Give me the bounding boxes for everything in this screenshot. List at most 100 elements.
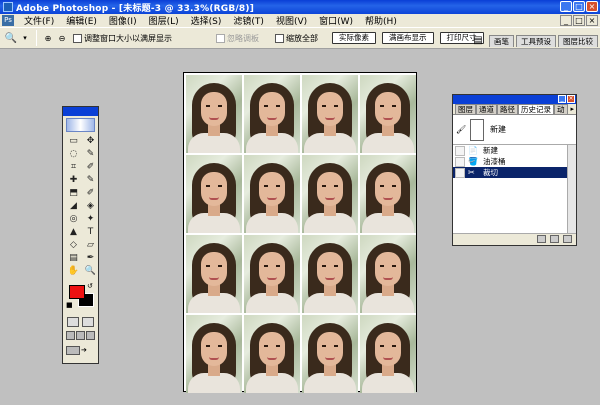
menu-filter[interactable]: 滤镜(T) xyxy=(227,14,270,27)
tab-paths[interactable]: 路径 xyxy=(497,104,518,114)
tool-2-icon[interactable]: ◌ xyxy=(66,148,81,160)
tool-4-icon[interactable]: ⌗ xyxy=(66,161,81,173)
tool-20-icon[interactable]: ✋ xyxy=(66,265,81,277)
chevron-down-icon[interactable]: ▾ xyxy=(18,31,32,45)
history-list: 📄 新建 🪣 油漆桶 ✂ 裁切 xyxy=(453,145,576,233)
color-swatches: ↺ ■ xyxy=(66,282,95,312)
doc-close-button[interactable]: × xyxy=(586,15,598,26)
new-document-from-state-icon[interactable] xyxy=(537,235,546,243)
screen-modes xyxy=(63,328,98,343)
standard-screen-icon[interactable] xyxy=(66,331,75,340)
menu-image[interactable]: 图像(I) xyxy=(103,14,143,27)
tool-1-icon[interactable]: ✥ xyxy=(83,135,98,147)
menu-view[interactable]: 视图(V) xyxy=(270,14,313,27)
menu-select[interactable]: 选择(S) xyxy=(185,14,228,27)
well-tab-layer-comps[interactable]: 图层比较 xyxy=(558,35,598,47)
history-brush-icon[interactable]: 🖌 xyxy=(456,125,466,135)
id-photo xyxy=(186,315,242,393)
menu-help[interactable]: 帮助(H) xyxy=(359,14,403,27)
history-item[interactable]: 📄 新建 xyxy=(453,145,576,156)
jump-to-imageready-icon[interactable] xyxy=(66,346,80,355)
snapshot-thumbnail xyxy=(470,118,484,141)
minimize-button[interactable]: _ xyxy=(560,1,572,12)
ignore-palettes-checkbox[interactable] xyxy=(216,33,225,43)
tool-10-icon[interactable]: ◢ xyxy=(66,200,81,212)
zoom-out-icon[interactable]: ⊖ xyxy=(55,31,69,45)
palette-menu-icon[interactable]: ▸ xyxy=(570,104,576,114)
full-screen-menu-icon[interactable] xyxy=(76,331,85,340)
tool-16-icon[interactable]: ◇ xyxy=(66,239,81,251)
resize-windows-checkbox[interactable] xyxy=(73,33,82,43)
tool-15-icon[interactable]: T xyxy=(83,226,98,238)
history-item[interactable]: 🪣 油漆桶 xyxy=(453,156,576,167)
tab-layers[interactable]: 图层 xyxy=(455,104,476,114)
tool-13-icon[interactable]: ✦ xyxy=(83,213,98,225)
default-colors-icon[interactable]: ■ xyxy=(66,301,73,309)
tool-3-icon[interactable]: ✎ xyxy=(83,148,98,160)
tab-channels[interactable]: 通道 xyxy=(476,104,497,114)
tool-17-icon[interactable]: ▱ xyxy=(83,239,98,251)
adobe-online-feather-icon[interactable] xyxy=(66,118,95,132)
tool-12-icon[interactable]: ◎ xyxy=(66,213,81,225)
id-photo xyxy=(186,75,242,153)
palette-minimize-button[interactable]: _ xyxy=(558,95,566,103)
history-source-slot[interactable] xyxy=(455,167,465,178)
history-scrollbar[interactable] xyxy=(567,145,576,233)
well-tab-tool-presets[interactable]: 工具预设 xyxy=(516,35,556,47)
maximize-button[interactable]: □ xyxy=(573,1,585,12)
close-button[interactable]: × xyxy=(586,1,598,12)
id-photo xyxy=(302,315,358,393)
history-source-slot[interactable] xyxy=(455,156,465,167)
history-source-slot[interactable] xyxy=(455,145,465,156)
full-screen-icon[interactable] xyxy=(86,331,95,340)
tool-5-icon[interactable]: ✐ xyxy=(83,161,98,173)
tool-8-icon[interactable]: ⬒ xyxy=(66,187,81,199)
palette-close-button[interactable]: × xyxy=(567,95,575,103)
imageready-arrow-icon[interactable]: ➔ xyxy=(81,346,87,355)
standard-mode-icon[interactable] xyxy=(67,317,79,327)
tool-0-icon[interactable]: ▭ xyxy=(66,135,81,147)
tab-actions[interactable]: 动 xyxy=(554,104,568,114)
quick-mask-mode-icon[interactable] xyxy=(82,317,94,327)
document-icon[interactable]: Ps xyxy=(2,15,14,26)
trash-icon[interactable] xyxy=(563,235,572,243)
tool-14-icon[interactable]: ▲ xyxy=(66,226,81,238)
doc-minimize-button[interactable]: _ xyxy=(560,15,572,26)
document-canvas[interactable] xyxy=(183,72,417,393)
id-photo xyxy=(360,315,416,393)
doc-restore-button[interactable]: □ xyxy=(573,15,585,26)
swap-colors-icon[interactable]: ↺ xyxy=(87,282,93,290)
toolbox-title-bar[interactable] xyxy=(63,107,98,116)
foreground-color-swatch[interactable] xyxy=(69,285,85,299)
zoom-in-icon[interactable]: ⊕ xyxy=(41,31,55,45)
tool-9-icon[interactable]: ✐ xyxy=(83,187,98,199)
ignore-palettes-label: 忽略调板 xyxy=(227,33,259,43)
tab-history[interactable]: 历史记录 xyxy=(518,104,554,114)
well-tab-brushes[interactable]: 画笔 xyxy=(489,35,514,47)
menu-window[interactable]: 窗口(W) xyxy=(313,14,359,27)
menu-edit[interactable]: 编辑(E) xyxy=(60,14,103,27)
file-browser-icon[interactable]: ▤ xyxy=(471,33,485,47)
history-item-active[interactable]: ✂ 裁切 xyxy=(453,167,576,178)
imageready-row: ➔ xyxy=(63,343,98,358)
menu-bar: Ps 文件(F) 编辑(E) 图像(I) 图层(L) 选择(S) 滤镜(T) 视… xyxy=(0,14,600,28)
menu-layer[interactable]: 图层(L) xyxy=(143,14,185,27)
actual-pixels-button[interactable]: 实际像素 xyxy=(332,32,376,44)
fit-screen-button[interactable]: 满画布显示 xyxy=(382,32,434,44)
zoom-tool-icon[interactable]: 🔍 xyxy=(4,31,18,45)
tool-7-icon[interactable]: ✎ xyxy=(83,174,98,186)
zoom-all-checkbox[interactable] xyxy=(275,33,284,43)
title-bar: Adobe Photoshop - [未标题-3 @ 33.3%(RGB/8)]… xyxy=(0,0,600,14)
id-photo xyxy=(360,75,416,153)
tool-19-icon[interactable]: ✒ xyxy=(83,252,98,264)
crop-icon: ✂ xyxy=(468,168,475,177)
tool-21-icon[interactable]: 🔍 xyxy=(83,265,98,277)
menu-file[interactable]: 文件(F) xyxy=(18,14,60,27)
history-snapshot[interactable]: 🖌 新建 xyxy=(453,115,576,145)
palette-title-bar[interactable]: _ × xyxy=(453,95,576,104)
tool-11-icon[interactable]: ◈ xyxy=(83,200,98,212)
tool-18-icon[interactable]: ▤ xyxy=(66,252,81,264)
tool-6-icon[interactable]: ✚ xyxy=(66,174,81,186)
document-window-controls: _ □ × xyxy=(560,15,598,26)
new-snapshot-icon[interactable] xyxy=(550,235,559,243)
